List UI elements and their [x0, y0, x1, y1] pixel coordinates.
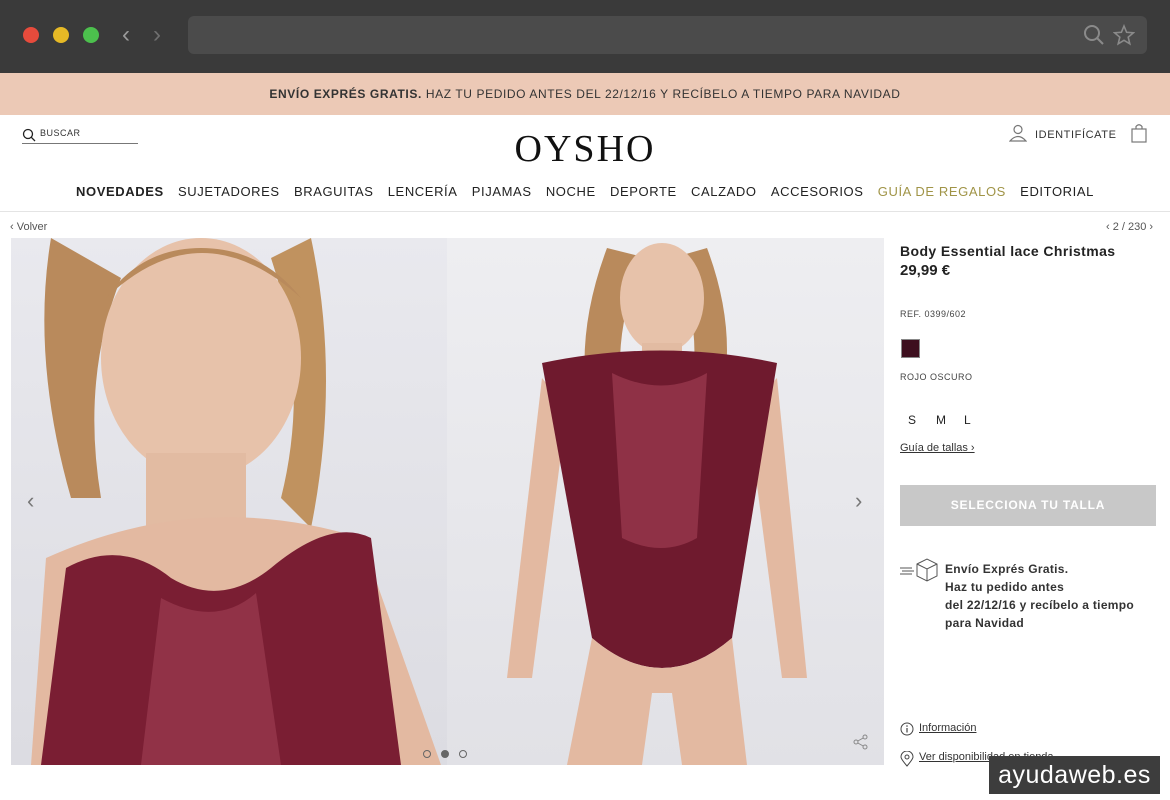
- site-header: BUSCAR OYSHO IDENTIFÍCATE NOVEDADES SUJE…: [0, 115, 1170, 212]
- product-gallery: ‹ ›: [11, 238, 884, 765]
- main-menu: NOVEDADES SUJETADORES BRAGUITAS LENCERÍA…: [0, 184, 1170, 199]
- menu-item-deporte[interactable]: DEPORTE: [610, 184, 677, 199]
- menu-item-pijamas[interactable]: PIJAMAS: [472, 184, 532, 199]
- model-closeup-illustration: [31, 238, 441, 765]
- browser-chrome: ‹ ›: [0, 0, 1170, 73]
- menu-item-braguitas[interactable]: BRAGUITAS: [294, 184, 374, 199]
- close-window-button[interactable]: [23, 27, 39, 43]
- promo-text: HAZ TU PEDIDO ANTES DEL 22/12/16 Y RECÍB…: [421, 87, 901, 101]
- menu-item-calzado[interactable]: CALZADO: [691, 184, 757, 199]
- information-link[interactable]: Información: [900, 722, 976, 739]
- gallery-dot[interactable]: [459, 750, 467, 758]
- gallery-pagination: [423, 745, 477, 763]
- gallery-dot-active[interactable]: [441, 750, 449, 758]
- gallery-next-icon[interactable]: ›: [855, 488, 862, 514]
- product-ref: REF. 0399/602: [900, 309, 967, 319]
- gallery-prev-icon[interactable]: ‹: [27, 488, 34, 514]
- address-bar[interactable]: [188, 16, 1147, 54]
- size-option-l[interactable]: L: [964, 413, 992, 427]
- shipping-line: del 22/12/16 y recíbelo a tiempo: [945, 598, 1135, 612]
- shipping-line: Envío Exprés Gratis.: [945, 562, 1069, 576]
- menu-item-sujetadores[interactable]: SUJETADORES: [178, 184, 280, 199]
- product-title: Body Essential lace Christmas: [900, 243, 1116, 259]
- model-full-illustration: [507, 243, 807, 765]
- minimize-window-button[interactable]: [53, 27, 69, 43]
- shipping-line: Haz tu pedido antes: [945, 580, 1065, 594]
- size-guide-link[interactable]: Guía de tallas ›: [900, 442, 975, 454]
- shopping-bag-icon[interactable]: [1130, 123, 1148, 143]
- star-icon[interactable]: [1113, 24, 1135, 46]
- store-availability-link[interactable]: Ver disponibilidad en tienda: [900, 750, 1054, 770]
- size-option-s[interactable]: S: [908, 413, 936, 427]
- shipping-info: Envío Exprés Gratis. Haz tu pedido antes…: [945, 560, 1134, 632]
- browser-back-icon[interactable]: ‹: [122, 22, 130, 48]
- color-swatch[interactable]: [901, 339, 920, 358]
- select-size-button[interactable]: SELECCIONA TU TALLA: [900, 485, 1156, 526]
- color-name: ROJO OSCURO: [900, 372, 973, 382]
- user-icon: [1009, 124, 1027, 142]
- menu-item-novedades[interactable]: NOVEDADES: [76, 184, 164, 199]
- menu-item-lenceria[interactable]: LENCERÍA: [388, 184, 458, 199]
- size-option-m[interactable]: M: [936, 413, 964, 427]
- product-image-closeup: ‹: [11, 238, 447, 765]
- share-icon[interactable]: [853, 734, 869, 750]
- search-icon[interactable]: [1083, 24, 1105, 46]
- shipping-box-icon: [900, 558, 938, 582]
- watermark: ayudaweb.es: [989, 756, 1160, 794]
- info-icon: [900, 722, 914, 736]
- menu-item-noche[interactable]: NOCHE: [546, 184, 596, 199]
- promo-banner: ENVÍO EXPRÉS GRATIS. HAZ TU PEDIDO ANTES…: [0, 73, 1170, 115]
- browser-forward-icon[interactable]: ›: [153, 22, 161, 48]
- product-price: 29,99 €: [900, 262, 951, 279]
- product-image-full: ›: [447, 238, 884, 765]
- product-pager[interactable]: ‹ 2 / 230 ›: [1106, 221, 1153, 233]
- menu-item-editorial[interactable]: EDITORIAL: [1020, 184, 1094, 199]
- logo[interactable]: OYSHO: [0, 127, 1170, 171]
- maximize-window-button[interactable]: [83, 27, 99, 43]
- back-link[interactable]: ‹ Volver: [10, 221, 47, 233]
- gallery-dot[interactable]: [423, 750, 431, 758]
- promo-bold: ENVÍO EXPRÉS GRATIS.: [269, 87, 422, 101]
- location-pin-icon: [900, 750, 914, 767]
- information-label: Información: [919, 722, 977, 734]
- menu-item-guia-de-regalos[interactable]: GUÍA DE REGALOS: [878, 184, 1006, 199]
- login-label: IDENTIFÍCATE: [1035, 129, 1117, 141]
- shipping-line: para Navidad: [945, 616, 1024, 630]
- menu-item-accesorios[interactable]: ACCESORIOS: [771, 184, 864, 199]
- size-selector: SML: [908, 413, 992, 427]
